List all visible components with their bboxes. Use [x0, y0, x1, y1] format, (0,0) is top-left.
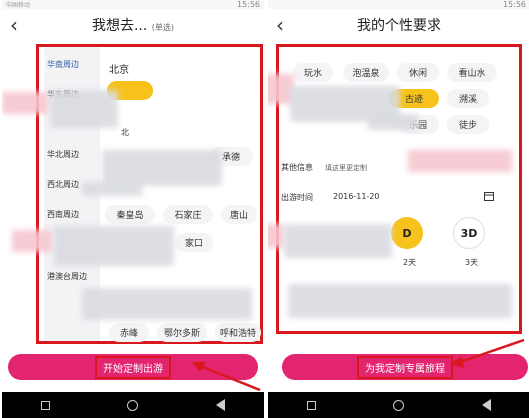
annotation-arrow-icon	[450, 338, 525, 368]
status-bar: 15:56	[268, 0, 529, 9]
blur-mask	[50, 90, 118, 128]
sidebar-item-south[interactable]: 华南周边	[44, 49, 100, 79]
city-partial: 北	[121, 128, 129, 137]
back-arrow-icon[interactable]: ‹	[10, 13, 18, 37]
home-icon[interactable]	[127, 399, 139, 411]
date-label: 出游时间	[281, 193, 313, 202]
blur-mask	[102, 150, 222, 186]
city-chip-hohhot[interactable]: 呼和浩特	[215, 323, 261, 342]
tag-chip-water[interactable]: 玩水	[293, 63, 333, 82]
blur-mask	[2, 92, 48, 114]
day-label-2: 2天	[403, 258, 417, 267]
blur-mask	[408, 150, 512, 172]
day-option-3d[interactable]: 3D	[453, 217, 485, 249]
back-triangle-icon[interactable]	[482, 399, 492, 411]
day-label-3: 3天	[465, 258, 479, 267]
sidebar-item-southwest[interactable]: 西南周边	[44, 199, 100, 229]
clock: 15:56	[236, 0, 260, 9]
city-chip-qinhuangdao[interactable]: 秦皇岛	[105, 205, 155, 224]
blur-mask	[82, 182, 142, 196]
day-option-2d[interactable]: D	[391, 217, 423, 249]
blur-mask	[268, 224, 284, 248]
title-text: 我想去...	[91, 18, 148, 34]
tag-chip-creek[interactable]: 溯溪	[447, 89, 489, 108]
right-screen: 15:56 ‹ 我的个性要求 玩水 泡温泉 休闲 看山水 古迹 溯溪 乐园 徒步…	[268, 0, 529, 418]
city-header: 北京	[109, 65, 129, 76]
blur-mask	[288, 284, 512, 318]
date-value[interactable]: 2016-11-20	[333, 192, 380, 201]
blur-mask	[82, 288, 252, 320]
page-title: 我的个性要求	[357, 18, 441, 34]
city-chip-shijiazhuang[interactable]: 石家庄	[163, 205, 213, 224]
tag-chip-scenery[interactable]: 看山水	[447, 63, 497, 82]
tag-chip-hotspring[interactable]: 泡温泉	[343, 63, 389, 82]
tag-chip-leisure[interactable]: 休闲	[397, 63, 439, 82]
clock: 15:56	[502, 0, 526, 9]
annotation-arrow-icon	[192, 362, 261, 392]
city-chip-chifeng[interactable]: 赤峰	[109, 323, 149, 342]
android-nav-bar	[2, 392, 264, 418]
city-chip-zhangjiakou[interactable]: 家口	[175, 233, 213, 252]
city-chip-tangshan[interactable]: 唐山	[221, 205, 257, 224]
blur-mask	[284, 224, 392, 258]
back-arrow-icon[interactable]: ‹	[276, 13, 284, 37]
calendar-icon[interactable]	[484, 191, 494, 201]
title-bar: ‹ 我想去... (单选)	[2, 9, 264, 41]
left-screen: 中国移动 15:56 ‹ 我想去... (单选) 华南周边 华东周边 华北周边 …	[2, 0, 264, 418]
blur-mask	[368, 114, 418, 130]
other-info-input[interactable]: 填这里更定制	[325, 163, 367, 173]
other-info-label: 其他信息	[281, 163, 313, 172]
sidebar-item-north[interactable]: 华北周边	[44, 139, 100, 169]
city-chip-ordos[interactable]: 鄂尔多斯	[157, 323, 207, 342]
tag-chip-hiking[interactable]: 徒步	[447, 115, 489, 134]
page-title: 我想去... (单选)	[2, 15, 264, 35]
title-subtitle: (单选)	[151, 23, 175, 32]
blur-mask	[54, 226, 174, 266]
recent-apps-icon[interactable]	[306, 400, 316, 410]
back-triangle-icon[interactable]	[216, 399, 226, 411]
android-nav-bar	[268, 392, 529, 418]
start-button-label: 开始定制出游	[95, 355, 171, 379]
recent-apps-icon[interactable]	[40, 400, 50, 410]
blur-mask	[12, 230, 52, 252]
title-bar: ‹ 我的个性要求	[268, 9, 529, 41]
status-bar: 中国移动 15:56	[2, 0, 264, 9]
custom-button-label: 为我定制专属旅程	[357, 355, 453, 379]
carrier-text: 中国移动	[6, 2, 31, 9]
home-icon[interactable]	[393, 399, 405, 411]
